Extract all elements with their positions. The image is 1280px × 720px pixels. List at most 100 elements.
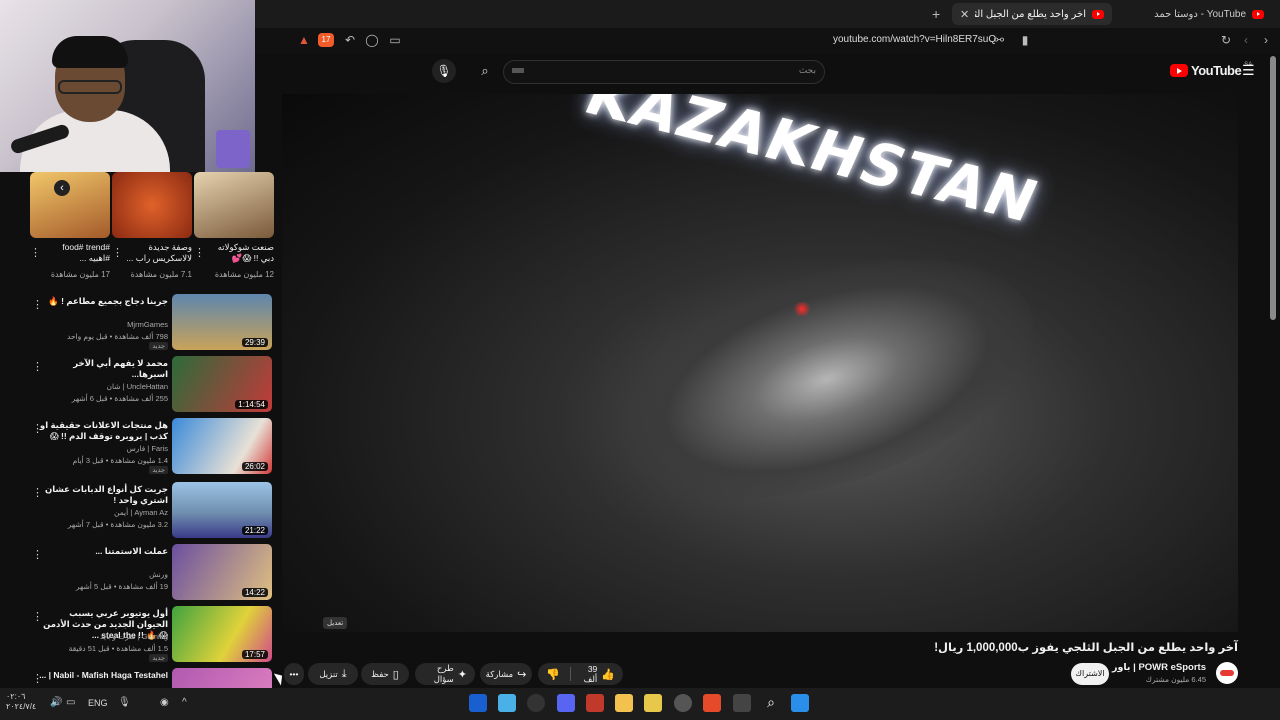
- app-f-icon[interactable]: [498, 694, 516, 712]
- taskbar: [0, 688, 1280, 720]
- language-indicator[interactable]: ENG: [88, 698, 108, 708]
- short-thumbnail[interactable]: [112, 172, 192, 238]
- brave-browser-icon[interactable]: [703, 694, 721, 712]
- youtube-logo[interactable]: YouTube SA: [1170, 62, 1252, 78]
- share-icon: ↪: [517, 668, 527, 681]
- channel-name[interactable]: ورنش: [149, 570, 168, 579]
- video-title-heading: آخر واحد يطلع من الجبل الثلجي يفوز ب1,00…: [934, 642, 1238, 654]
- reload-icon[interactable]: ↻: [1219, 33, 1233, 47]
- list-item[interactable]: ⋮ Nabil - Mafish Haga Testahel | ...: [0, 668, 276, 688]
- app-red-icon[interactable]: [586, 694, 604, 712]
- browser-tab-youtube[interactable]: YouTube - دوستا حمد: [1122, 3, 1272, 25]
- list-item[interactable]: 14:22 ⋮ عملت الاستمتنا ... ورنش 19 ألف م…: [0, 544, 276, 602]
- like-icon[interactable]: 👍: [601, 668, 615, 681]
- channel-name[interactable]: Gaming | سرت و بايد: [100, 632, 168, 641]
- list-item[interactable]: 17:57 ⋮ أول يوتيوبر عربي يسبب الحيوان ال…: [0, 606, 276, 664]
- more-icon: •••: [289, 669, 299, 679]
- url-field[interactable]: youtube.com/watch?v=Hiln8ER7suQ: [833, 34, 996, 45]
- video-thumbnail[interactable]: 17:57: [172, 606, 272, 662]
- channel-name[interactable]: Faris | فارس: [127, 444, 168, 453]
- windows-start-icon[interactable]: [791, 694, 809, 712]
- video-title[interactable]: جربت كل أنواع الدبابات عشان اشتري واحد !: [38, 484, 168, 506]
- list-item[interactable]: 1:14:54 ⋮ محمد لا يفهم أبي الآخر اسبرها.…: [0, 356, 276, 414]
- short-thumbnail[interactable]: [30, 172, 110, 238]
- search-icon[interactable]: ⌕: [470, 60, 500, 82]
- taskview-icon[interactable]: [733, 694, 751, 712]
- search-icon[interactable]: ⌕: [762, 694, 780, 712]
- video-thumbnail[interactable]: 21:22: [172, 482, 272, 538]
- short-item[interactable]: ⋮ وصفة جديدة لالاسكريس راب ... 7.1 مليون…: [112, 172, 192, 284]
- store-app-icon[interactable]: [644, 694, 662, 712]
- volume-icon[interactable]: 🔊: [50, 697, 62, 708]
- short-title[interactable]: صنعت شوكولاته دبي !! 😱💕: [204, 242, 274, 264]
- like-dislike-group: 👍 39 ألف 👎: [538, 663, 623, 685]
- folder-icon[interactable]: [615, 694, 633, 712]
- mic-tray-icon[interactable]: 🎙: [118, 697, 131, 708]
- download-button[interactable]: ⤓ تنزيل: [308, 663, 358, 685]
- close-icon[interactable]: ✕: [960, 8, 969, 21]
- channel-avatar[interactable]: [1216, 662, 1238, 684]
- channel-name[interactable]: Ayman Az | أيمن: [114, 508, 168, 517]
- duration-badge: 29:39: [241, 338, 268, 347]
- like-count[interactable]: 39 ألف: [580, 664, 598, 685]
- short-thumbnail[interactable]: [194, 172, 274, 238]
- hamburger-menu-icon[interactable]: ☰: [1242, 62, 1255, 79]
- channel-name[interactable]: MjrmGames: [127, 320, 168, 329]
- screen-icon[interactable]: ▭: [388, 33, 402, 47]
- share-button[interactable]: ↪ مشاركة: [480, 663, 532, 685]
- taskbar-clock[interactable]: ٠٢:٠٦ ٢٠٢٤/٧/٤: [6, 692, 36, 712]
- video-thumbnail[interactable]: [172, 668, 272, 688]
- dislike-icon[interactable]: 👎: [546, 668, 560, 681]
- warning-icon[interactable]: ▲: [297, 33, 311, 47]
- video-thumbnail[interactable]: 1:14:54: [172, 356, 272, 412]
- discord-app-icon[interactable]: [557, 694, 575, 712]
- microphone-icon[interactable]: 🎙: [432, 59, 456, 83]
- extension-badge[interactable]: 17: [318, 33, 334, 47]
- channel-name[interactable]: POWR eSports | باور: [1112, 662, 1206, 673]
- app-tray-icon[interactable]: ◉: [160, 697, 169, 708]
- short-title[interactable]: وصفة جديدة لالاسكريس راب ...: [122, 242, 192, 264]
- list-item[interactable]: 26:02 ⋮ هل منتجات الاعلانات حقيقية او كذ…: [0, 418, 276, 476]
- network-icon[interactable]: ▭: [66, 697, 75, 708]
- video-thumbnail[interactable]: 14:22: [172, 544, 272, 600]
- video-thumbnail[interactable]: 26:02: [172, 418, 272, 474]
- short-item[interactable]: ⋮ #food# trend #اهبيه ... 17 مليون مشاهد…: [30, 172, 110, 284]
- duration-badge: 17:57: [241, 650, 268, 659]
- channel-name[interactable]: UncleHattan | شان: [107, 382, 168, 391]
- video-title[interactable]: محمد لا يفهم أبي الآخر اسبرها...: [38, 358, 168, 380]
- video-title[interactable]: Nabil - Mafish Haga Testahel | ...: [38, 670, 168, 681]
- map-overlay-text: KAZAKHSTAN: [574, 94, 1050, 236]
- bookmark-icon[interactable]: ▮: [1018, 33, 1032, 47]
- more-actions-button[interactable]: •••: [284, 663, 304, 685]
- divider: [569, 667, 571, 681]
- obs-app-icon[interactable]: [527, 694, 545, 712]
- glasses: [58, 80, 122, 94]
- video-title[interactable]: هل منتجات الاعلانات حقيقية او كذب | بروب…: [38, 420, 168, 442]
- word-app-icon[interactable]: [469, 694, 487, 712]
- back-icon[interactable]: ‹: [1239, 33, 1253, 47]
- ask-button[interactable]: ✦ طرح سؤال: [415, 663, 475, 685]
- browser-tab-active[interactable]: ✕ آخر واحد يطلع من الجبل الثلجي يفو: [952, 3, 1112, 25]
- short-views: 7.1 مليون مشاهدة: [130, 270, 192, 279]
- new-tab-icon[interactable]: +: [932, 6, 940, 22]
- undo-icon[interactable]: ↶: [343, 33, 357, 47]
- short-item[interactable]: ⋮ صنعت شوكولاته دبي !! 😱💕 12 مليون مشاهد…: [194, 172, 274, 284]
- link-icon[interactable]: ⚯: [992, 33, 1006, 47]
- subscribe-button[interactable]: الاشتراك: [1071, 663, 1109, 685]
- list-item[interactable]: 21:22 ⋮ جربت كل أنواع الدبابات عشان اشتر…: [0, 482, 276, 540]
- page-scrollbar[interactable]: [1270, 56, 1276, 320]
- comment-icon[interactable]: ◯: [365, 33, 379, 47]
- steam-app-icon[interactable]: [674, 694, 692, 712]
- chevron-up-icon[interactable]: ^: [182, 697, 187, 708]
- forward-icon[interactable]: ›: [1259, 33, 1273, 47]
- chevron-left-icon[interactable]: ‹: [54, 180, 70, 196]
- video-meta: 255 ألف مشاهدة • قبل 6 أشهر: [71, 394, 168, 403]
- list-item[interactable]: 29:39 ⋮ جربنا دجاج بجميع مطاعم ! 🔥 MjrmG…: [0, 294, 276, 352]
- video-title[interactable]: جربنا دجاج بجميع مطاعم ! 🔥: [38, 296, 168, 307]
- video-player[interactable]: KAZAKHSTAN: [282, 94, 1238, 632]
- search-input[interactable]: بحث: [503, 60, 825, 84]
- video-title[interactable]: عملت الاستمتنا ...: [38, 546, 168, 557]
- save-button[interactable]: ▯ حفظ: [361, 663, 409, 685]
- short-title[interactable]: #food# trend #اهبيه ...: [40, 242, 110, 264]
- video-thumbnail[interactable]: 29:39: [172, 294, 272, 350]
